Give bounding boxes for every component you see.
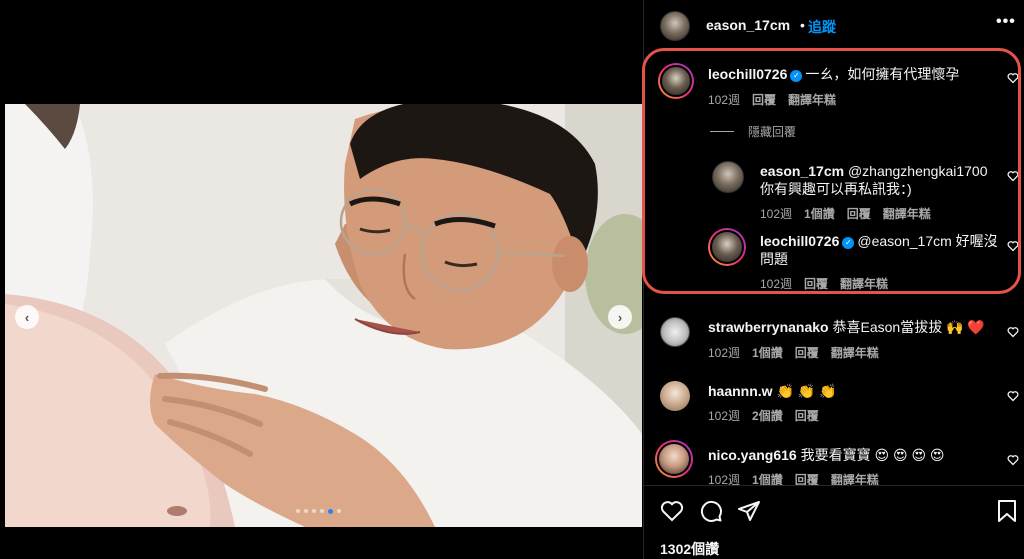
- post-media: ‹ ›: [0, 0, 643, 559]
- comment-icon[interactable]: [699, 499, 723, 528]
- heart-icon[interactable]: [660, 499, 684, 528]
- follow-button[interactable]: 追蹤: [808, 17, 836, 37]
- heart-icon[interactable]: [1007, 454, 1019, 466]
- commenter-username[interactable]: nico.yang616: [708, 447, 797, 463]
- comment-time[interactable]: 102週: [708, 344, 740, 361]
- comment-likes[interactable]: 1個讚: [752, 344, 783, 361]
- comment-likes[interactable]: 2個讚: [752, 407, 783, 424]
- post-actions-bar: 1302個讚: [644, 485, 1024, 559]
- commenter-avatar[interactable]: [660, 381, 690, 411]
- carousel-dot: [304, 509, 308, 513]
- highlight-box: [642, 48, 1021, 294]
- reply-button[interactable]: 回覆: [795, 344, 819, 361]
- translate-button[interactable]: 翻譯年糕: [831, 344, 879, 361]
- bookmark-icon[interactable]: [996, 499, 1018, 528]
- more-options-icon[interactable]: •••: [996, 13, 1016, 31]
- commenter-username[interactable]: haannn.w: [708, 383, 773, 399]
- author-username[interactable]: eason_17cm: [706, 17, 790, 33]
- commenter-avatar[interactable]: [660, 317, 690, 347]
- carousel-dot-active: [328, 508, 333, 514]
- post-header: eason_17cm • 追蹤 •••: [644, 0, 1024, 50]
- carousel-dot: [320, 509, 324, 513]
- carousel-dot: [312, 509, 316, 513]
- header-separator: •: [800, 17, 805, 33]
- chevron-left-icon[interactable]: ‹: [15, 305, 39, 329]
- reply-button[interactable]: 回覆: [795, 407, 819, 424]
- comment-text: 我要看寶寶 😍 😍 😍 😍: [800, 447, 945, 463]
- likes-count[interactable]: 1302個讚: [660, 539, 719, 559]
- carousel-dot: [337, 509, 341, 513]
- commenter-username[interactable]: strawberrynanako: [708, 319, 829, 335]
- share-icon[interactable]: [737, 499, 761, 528]
- carousel-dot: [296, 509, 300, 513]
- heart-icon[interactable]: [1007, 326, 1019, 338]
- author-avatar[interactable]: [660, 11, 690, 41]
- heart-icon[interactable]: [1007, 390, 1019, 402]
- comment-time[interactable]: 102週: [708, 407, 740, 424]
- commenter-avatar[interactable]: [655, 440, 693, 478]
- carousel-indicator: [296, 508, 341, 514]
- chevron-right-icon[interactable]: ›: [608, 305, 632, 329]
- comment-text: 恭喜Eason當拔拔 🙌 ❤️: [832, 319, 985, 335]
- post-photo[interactable]: [5, 104, 642, 527]
- comment-text: 👏 👏 👏: [776, 383, 837, 399]
